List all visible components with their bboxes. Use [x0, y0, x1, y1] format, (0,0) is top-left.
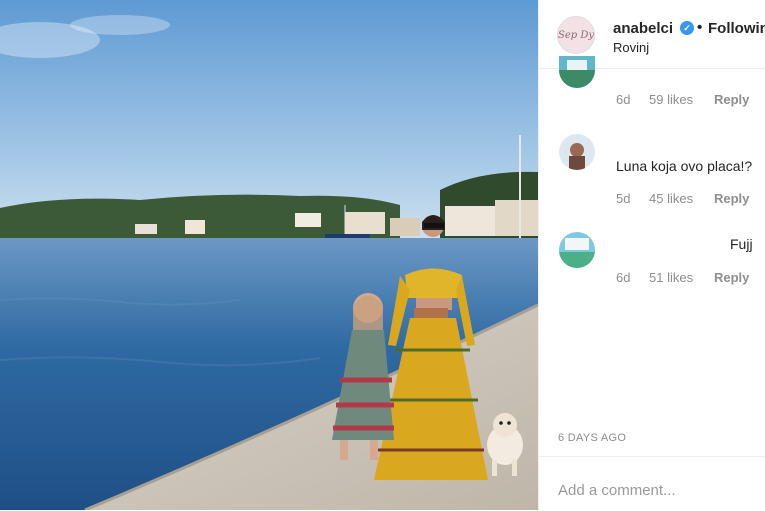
post-photo[interactable]: [0, 0, 538, 510]
location-link[interactable]: Rovinj: [613, 40, 649, 55]
following-button[interactable]: Following: [708, 20, 765, 37]
post-side-panel: Sep Dy anabelci ✓ • Following Rovinj 6d …: [538, 0, 765, 510]
comment-avatar[interactable]: [559, 232, 595, 268]
comment-text: Fujj: [730, 236, 753, 252]
photo-image: [0, 0, 538, 510]
avatar-signature: Sep Dy: [558, 29, 595, 41]
reply-button[interactable]: Reply: [714, 191, 749, 206]
username-link[interactable]: anabelci: [613, 20, 673, 37]
comment-avatar[interactable]: [559, 56, 595, 88]
post-timestamp[interactable]: 6 DAYS AGO: [558, 432, 626, 444]
comment-text: Luna koja ovo placa!?: [616, 158, 753, 174]
comment-avatar[interactable]: [559, 134, 595, 170]
comment-age: 5d: [616, 191, 631, 206]
avatar-image: [559, 232, 595, 268]
comment-age: 6d: [616, 92, 631, 107]
add-comment-bar[interactable]: Add a comment...: [539, 456, 765, 511]
reply-button[interactable]: Reply: [714, 270, 749, 285]
verified-badge-icon: ✓: [680, 21, 694, 35]
reply-button[interactable]: Reply: [714, 92, 749, 107]
comment-likes[interactable]: 59 likes: [649, 92, 693, 107]
comment-likes[interactable]: 51 likes: [649, 270, 693, 285]
add-comment-input[interactable]: Add a comment...: [558, 482, 676, 499]
profile-avatar[interactable]: Sep Dy: [557, 16, 595, 54]
separator-dot: •: [697, 19, 703, 36]
comment-likes[interactable]: 45 likes: [649, 191, 693, 206]
avatar-image: [559, 56, 595, 88]
comment-age: 6d: [616, 270, 631, 285]
avatar-image: [559, 134, 595, 170]
